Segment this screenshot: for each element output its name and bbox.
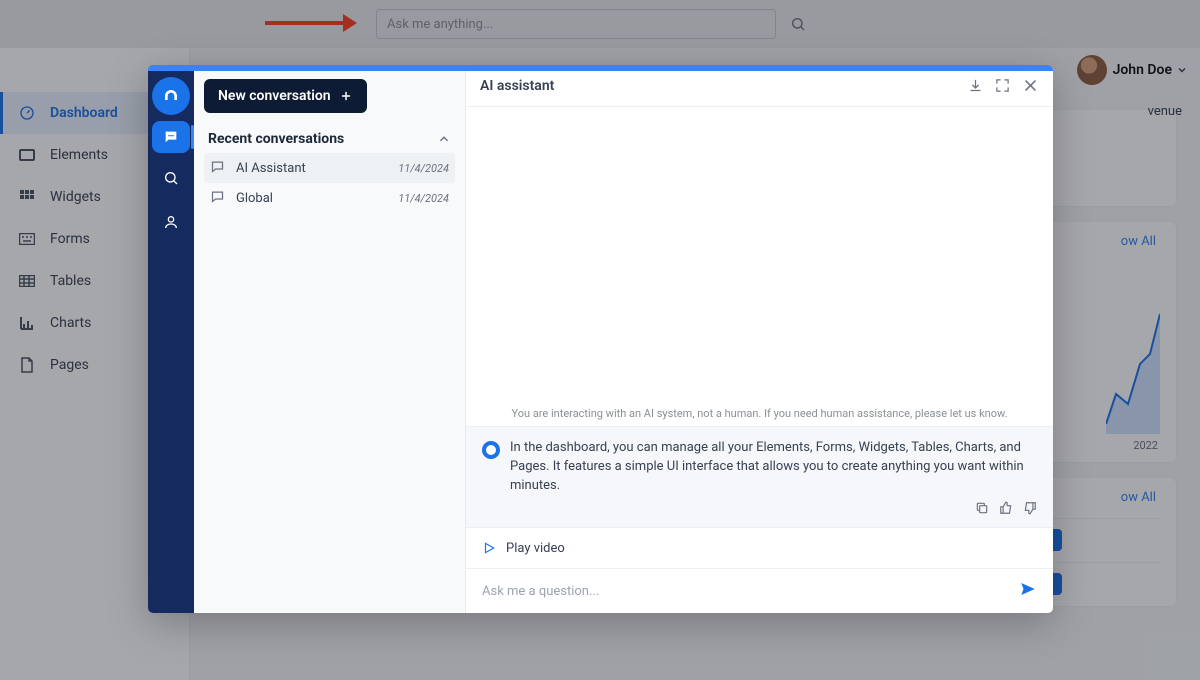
assistant-avatar-icon xyxy=(482,441,500,459)
message-text: In the dashboard, you can manage all you… xyxy=(510,439,1037,496)
chat-input[interactable] xyxy=(482,584,1019,599)
rail-user-icon[interactable] xyxy=(152,203,190,241)
recent-conversations-header[interactable]: Recent conversations xyxy=(204,131,455,147)
play-icon xyxy=(482,541,496,555)
chevron-up-icon xyxy=(437,132,451,146)
assistant-message: In the dashboard, you can manage all you… xyxy=(466,426,1053,527)
download-icon[interactable] xyxy=(968,77,983,94)
app-logo-icon[interactable] xyxy=(152,77,190,115)
chat-panel: AI assistant You are interacting with an… xyxy=(466,65,1053,613)
plus-icon xyxy=(339,89,353,103)
chat-title: AI assistant xyxy=(480,78,554,94)
chat-header: AI assistant xyxy=(466,65,1053,107)
new-conversation-label: New conversation xyxy=(218,88,331,104)
rail-chat-icon[interactable] xyxy=(152,121,190,153)
chat-scroll-area[interactable]: You are interacting with an AI system, n… xyxy=(466,107,1053,426)
chat-bubble-icon xyxy=(210,159,228,178)
chat-input-row xyxy=(466,569,1053,613)
copy-icon[interactable] xyxy=(975,500,989,519)
play-video-row[interactable]: Play video xyxy=(466,527,1053,569)
modal-accent-bar xyxy=(148,65,1053,71)
chat-bubble-icon xyxy=(210,189,228,208)
conversations-panel: New conversation Recent conversations AI… xyxy=(194,65,466,613)
thumbs-up-icon[interactable] xyxy=(999,500,1013,519)
send-icon[interactable] xyxy=(1019,580,1037,602)
close-icon[interactable] xyxy=(1022,77,1039,94)
minimize-icon[interactable] xyxy=(995,77,1010,94)
conversation-label: Global xyxy=(236,191,273,206)
thumbs-down-icon[interactable] xyxy=(1023,500,1037,519)
play-video-label: Play video xyxy=(506,541,565,556)
conversation-date: 11/4/2024 xyxy=(398,192,449,205)
conversation-label: AI Assistant xyxy=(236,161,306,176)
ai-disclaimer: You are interacting with an AI system, n… xyxy=(466,407,1053,420)
new-conversation-button[interactable]: New conversation xyxy=(204,79,367,113)
conversation-item[interactable]: AI Assistant 11/4/2024 xyxy=(204,153,455,183)
modal-rail xyxy=(148,65,194,613)
rail-search-icon[interactable] xyxy=(152,159,190,197)
conversation-item[interactable]: Global 11/4/2024 xyxy=(204,183,455,213)
ai-assistant-modal: New conversation Recent conversations AI… xyxy=(148,65,1053,613)
conversation-date: 11/4/2024 xyxy=(398,162,449,175)
